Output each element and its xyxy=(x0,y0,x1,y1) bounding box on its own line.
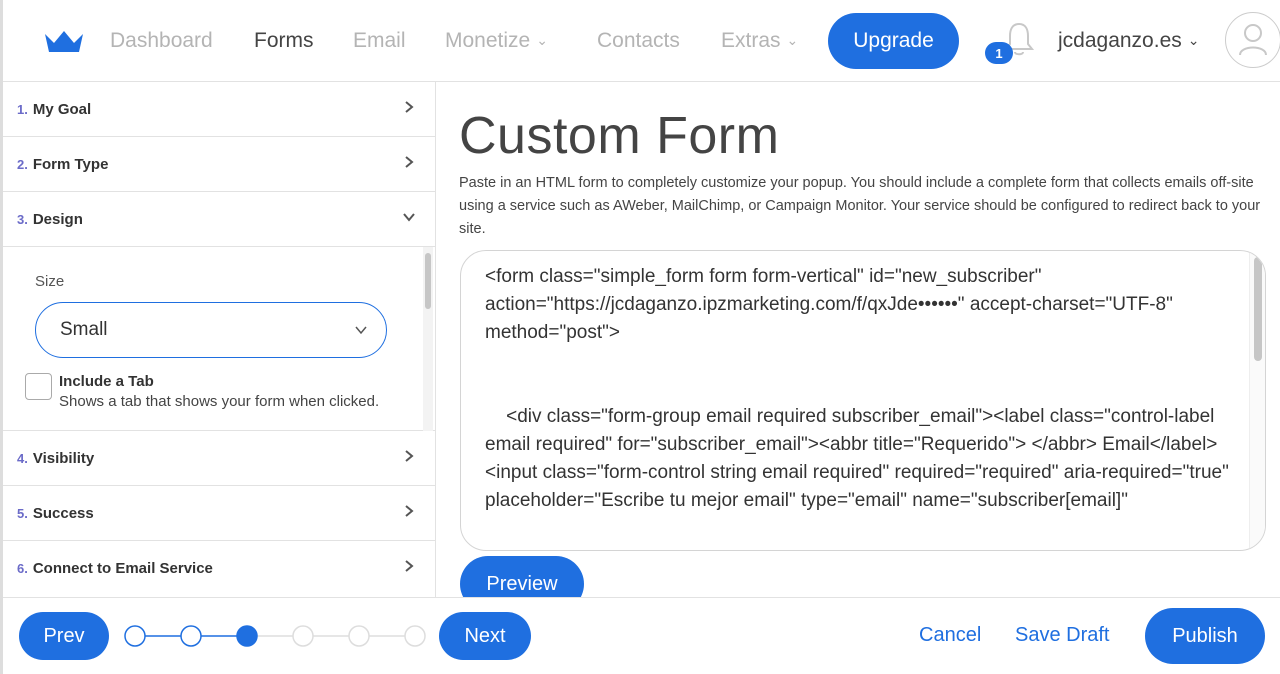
include-tab-description: Shows a tab that shows your form when cl… xyxy=(59,393,380,410)
size-select[interactable]: Small xyxy=(35,302,387,358)
step-number: 6. xyxy=(17,561,28,576)
chevron-right-icon xyxy=(405,101,414,113)
chevron-right-icon xyxy=(405,505,414,517)
upgrade-button[interactable]: Upgrade xyxy=(828,13,959,69)
step-label: Success xyxy=(32,504,94,522)
step-number: 3. xyxy=(17,211,28,227)
nav-dashboard[interactable]: Dashboard xyxy=(110,29,213,53)
page-title: Custom Form xyxy=(459,107,780,165)
step-number: 2. xyxy=(17,156,28,172)
step-visibility[interactable]: 4. Visibility xyxy=(3,431,436,486)
step-connect-email[interactable]: 6. Connect to Email Service xyxy=(3,541,436,596)
progress-step-dot xyxy=(236,625,258,647)
prev-button[interactable]: Prev xyxy=(19,612,109,660)
preview-button[interactable]: Preview xyxy=(460,556,584,598)
step-number: 4. xyxy=(17,450,28,466)
app-window: Dashboard Forms Email Monetize ⌄ Contacts… xyxy=(0,0,1280,674)
step-progress xyxy=(124,625,426,647)
include-tab-title: Include a Tab xyxy=(59,373,154,390)
html-code-textarea[interactable]: <form class="simple_form form form-verti… xyxy=(460,250,1266,551)
progress-step-dot xyxy=(404,625,426,647)
step-form-type[interactable]: 2. Form Type xyxy=(3,137,436,192)
chevron-down-icon: ⌄ xyxy=(1187,32,1200,48)
chevron-down-icon xyxy=(355,326,367,335)
step-my-goal[interactable]: 1. My Goal xyxy=(3,82,436,137)
size-value: Small xyxy=(60,319,108,340)
crown-logo-icon[interactable] xyxy=(43,28,85,56)
user-icon xyxy=(1239,24,1267,56)
chevron-down-icon xyxy=(403,213,415,222)
step-label: Design xyxy=(32,210,83,228)
top-nav: Dashboard Forms Email Monetize ⌄ Contacts… xyxy=(3,0,1280,82)
wizard-sidebar: 1. My Goal 2. Form Type 3. Design Size S… xyxy=(3,82,436,598)
chevron-down-icon: ⌄ xyxy=(536,32,548,48)
chevron-right-icon xyxy=(405,450,414,462)
step-label: Connect to Email Service xyxy=(32,560,213,577)
scrollbar-thumb[interactable] xyxy=(425,253,431,309)
next-button[interactable]: Next xyxy=(439,612,531,660)
publish-button[interactable]: Publish xyxy=(1145,608,1265,664)
chevron-right-icon xyxy=(405,560,414,572)
nav-extras-label: Extras xyxy=(721,29,781,52)
cancel-button[interactable]: Cancel xyxy=(919,624,981,647)
main-content: Custom Form Paste in an HTML form to com… xyxy=(437,82,1280,598)
nav-contacts[interactable]: Contacts xyxy=(597,29,680,53)
nav-monetize[interactable]: Monetize ⌄ xyxy=(445,29,548,53)
include-tab-checkbox[interactable] xyxy=(25,373,52,400)
nav-email[interactable]: Email xyxy=(353,29,406,53)
avatar[interactable] xyxy=(1225,12,1280,68)
progress-step-dot xyxy=(292,625,314,647)
progress-step-dot xyxy=(180,625,202,647)
chevron-right-icon xyxy=(405,156,414,168)
resize-handle-icon[interactable] xyxy=(1253,538,1263,548)
step-number: 5. xyxy=(17,505,28,521)
textarea-scrollbar[interactable] xyxy=(1249,251,1265,550)
sidebar-scrollbar[interactable] xyxy=(423,247,433,431)
size-label: Size xyxy=(35,273,65,290)
html-code-content: <form class="simple_form form form-verti… xyxy=(485,266,1229,511)
nav-extras[interactable]: Extras ⌄ xyxy=(721,29,798,53)
account-menu[interactable]: jcdaganzo.es ⌄ xyxy=(1058,29,1200,53)
nav-forms[interactable]: Forms xyxy=(254,29,314,53)
step-design[interactable]: 3. Design xyxy=(3,192,436,247)
step-success[interactable]: 5. Success xyxy=(3,486,436,541)
progress-step-dot xyxy=(124,625,146,647)
step-label: My Goal xyxy=(32,100,92,118)
step-label: Form Type xyxy=(32,155,109,173)
account-label: jcdaganzo.es xyxy=(1058,29,1182,52)
save-draft-button[interactable]: Save Draft xyxy=(1015,624,1109,647)
nav-monetize-label: Monetize xyxy=(445,29,531,52)
notification-badge: 1 xyxy=(985,42,1013,64)
progress-step-dot xyxy=(348,625,370,647)
step-number: 1. xyxy=(17,101,28,117)
wizard-footer: Prev Next Cancel Save Draft Publish xyxy=(3,597,1280,674)
page-description: Paste in an HTML form to completely cust… xyxy=(459,175,1261,237)
scrollbar-thumb[interactable] xyxy=(1254,257,1262,361)
step-label: Visibility xyxy=(32,449,95,467)
chevron-down-icon: ⌄ xyxy=(786,32,799,48)
design-panel: Size Small Include a Tab Shows a tab tha… xyxy=(3,247,436,431)
